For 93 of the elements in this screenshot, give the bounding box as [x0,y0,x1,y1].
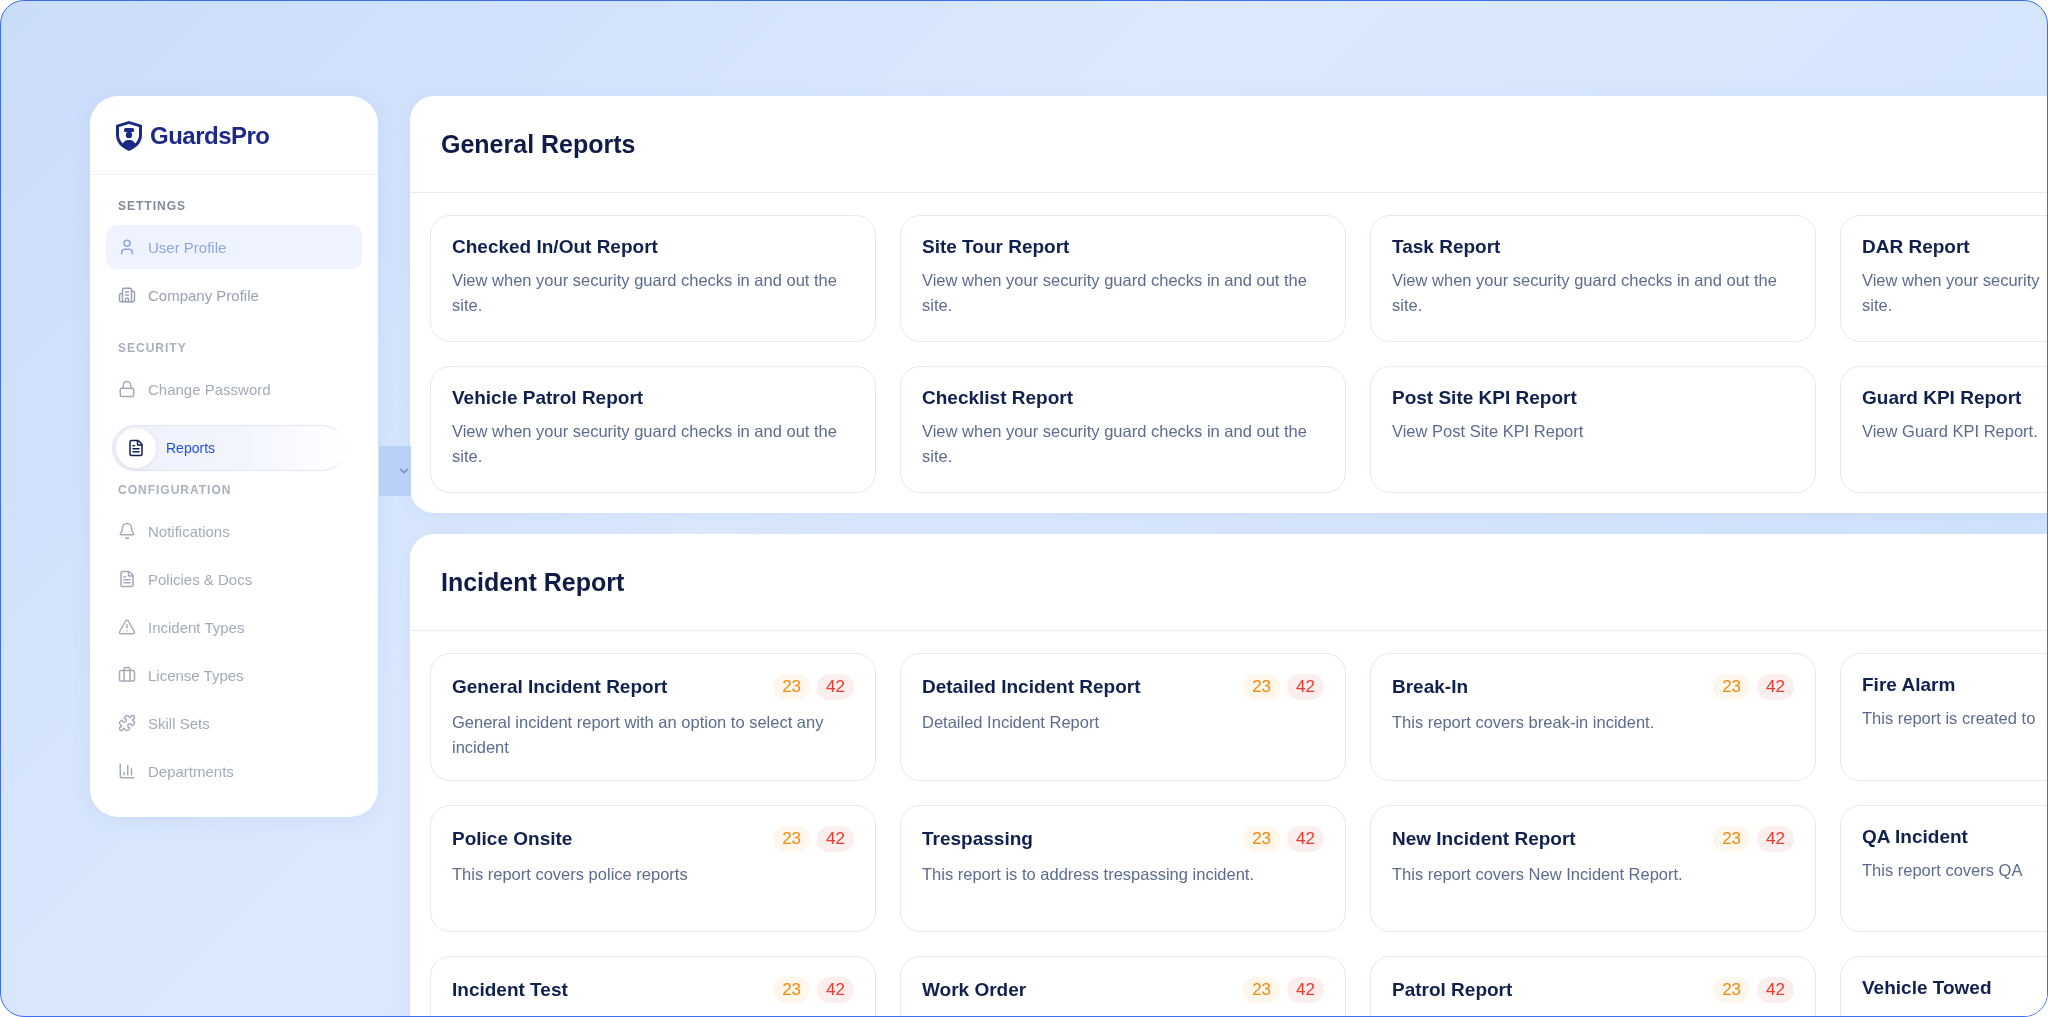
card-title: Police Onsite [452,828,573,850]
lock-icon [118,380,136,398]
count-badge: 42 [1757,826,1794,852]
bar-chart-icon [118,762,136,780]
card-title: Task Report [1392,236,1501,258]
user-icon [118,238,136,256]
report-card[interactable]: General Incident Report 23 42 General incident report with an option to select any incident [430,653,876,781]
card-title: Trespassing [922,828,1033,850]
card-description: This report covers police reports [452,864,689,885]
count-badge: 23 [773,826,811,852]
building-icon [118,286,136,304]
report-card[interactable]: Break-In 23 42 This report covers break-in incident. [1370,653,1816,781]
card-title: Break-In [1392,676,1469,698]
card-title: Fire Alarm [1862,674,1956,696]
card-title: Detailed Incident Report [922,676,1141,698]
card-description: View Post Site KPI Report [1392,421,1585,442]
report-card[interactable]: Police Onsite 23 42 This report covers police reports [430,805,876,932]
card-title: Guard KPI Report [1862,387,2022,409]
report-card[interactable]: Guard KPI Report View Guard KPI Report. [1840,366,2047,493]
report-card[interactable]: Site Tour Report View when your security guard checks in and out the site. [900,215,1346,342]
card-description: This report covers New Incident Report. [1392,864,1684,885]
report-card[interactable]: Trespassing 23 42 This report is to address trespassing incident. [900,805,1346,932]
card-description: View when your security guard checks in and out the site. [922,270,1308,316]
report-card[interactable]: Patrol Report 23 42 [1370,956,1816,1016]
report-card[interactable]: Vehicle Patrol Report View when your security guard checks in and out the site. [430,366,876,493]
card-title: QA Incident [1862,826,1968,848]
card-title: New Incident Report [1392,828,1576,850]
warning-icon [118,618,136,636]
count-badge: 23 [1713,977,1751,1003]
report-card[interactable]: DAR Report View when your security site. [1840,215,2047,342]
count-badge: 23 [773,977,811,1003]
card-description: This report covers break-in incident. [1392,712,1656,733]
count-badge: 23 [1243,674,1281,700]
shield-logo-icon [114,120,144,152]
card-title: Site Tour Report [922,236,1070,258]
section-heading: CONFIGURATION [117,482,233,499]
report-card[interactable]: Task Report View when your security guard checks in and out the site. [1370,215,1816,342]
count-badge: 23 [773,674,811,700]
card-title: Incident Test [452,979,568,1001]
count-badge: 23 [1243,826,1281,852]
report-card[interactable]: Vehicle Towed [1840,956,2047,1016]
count-badge: 42 [817,977,854,1003]
card-title: Patrol Report [1392,979,1513,1001]
card-title: Vehicle Towed [1862,977,1992,999]
count-badge: 42 [1287,826,1324,852]
panel-title: Incident Report [441,567,625,597]
count-badge: 23 [1243,977,1281,1003]
card-title: DAR Report [1862,236,1970,258]
report-card[interactable]: New Incident Report 23 42 This report covers New Incident Report. [1370,805,1816,932]
count-badge: 42 [817,674,854,700]
brand-name: GuardsPro [150,122,270,150]
report-card[interactable]: Checklist Report View when your security guard checks in and out the site. [900,366,1346,493]
card-description: This report is to address trespassing incident. [922,864,1255,885]
panel-title: General Reports [441,129,636,159]
card-description: View when your security guard checks in and out the site. [452,421,838,467]
report-card[interactable]: Fire Alarm This report is created to [1840,653,2047,781]
card-description: View when your security guard checks in and out the site. [922,421,1308,467]
section-heading: SETTINGS [117,198,187,215]
card-description: Detailed Incident Report [922,712,1101,733]
card-description: View when your security guard checks in and out the site. [452,270,838,316]
count-badge: 42 [1287,977,1324,1003]
report-card[interactable]: Post Site KPI Report View Post Site KPI Report [1370,366,1816,493]
report-card[interactable]: Incident Test 23 42 [430,956,876,1016]
briefcase-icon [118,666,136,684]
section-heading: SECURITY [117,340,188,357]
card-description: View when your security guard checks in and out the site. [1392,270,1778,316]
card-title: Checklist Report [922,387,1073,409]
document-icon [127,439,145,457]
card-title: General Incident Report [452,676,668,698]
report-card[interactable]: Checked In/Out Report View when your security guard checks in and out the site. [430,215,876,342]
report-card[interactable]: QA Incident This report covers QA [1840,805,2047,932]
count-badge: 42 [817,826,854,852]
card-description: General incident report with an option to select any incident [452,712,825,758]
count-badge: 23 [1713,826,1751,852]
card-description: This report covers QA [1862,860,2024,881]
report-card[interactable]: Work Order 23 42 [900,956,1346,1016]
card-title: Post Site KPI Report [1392,387,1577,409]
card-title: Work Order [922,979,1027,1001]
collapse-tab[interactable] [379,446,411,496]
count-badge: 42 [1757,674,1794,700]
card-description: View when your security site. [1862,270,2041,316]
count-badge: 23 [1713,674,1751,700]
bell-icon [118,522,136,540]
card-description: This report is created to [1862,708,2037,729]
count-badge: 42 [1757,977,1794,1003]
puzzle-icon [118,714,136,732]
report-card[interactable]: Detailed Incident Report 23 42 Detailed Incident Report [900,653,1346,781]
card-description: View Guard KPI Report. [1862,421,2039,442]
document-icon [118,570,136,588]
card-title: Checked In/Out Report [452,236,658,258]
card-title: Vehicle Patrol Report [452,387,644,409]
count-badge: 42 [1287,674,1324,700]
reports-nav-item[interactable]: Reports [112,425,345,471]
